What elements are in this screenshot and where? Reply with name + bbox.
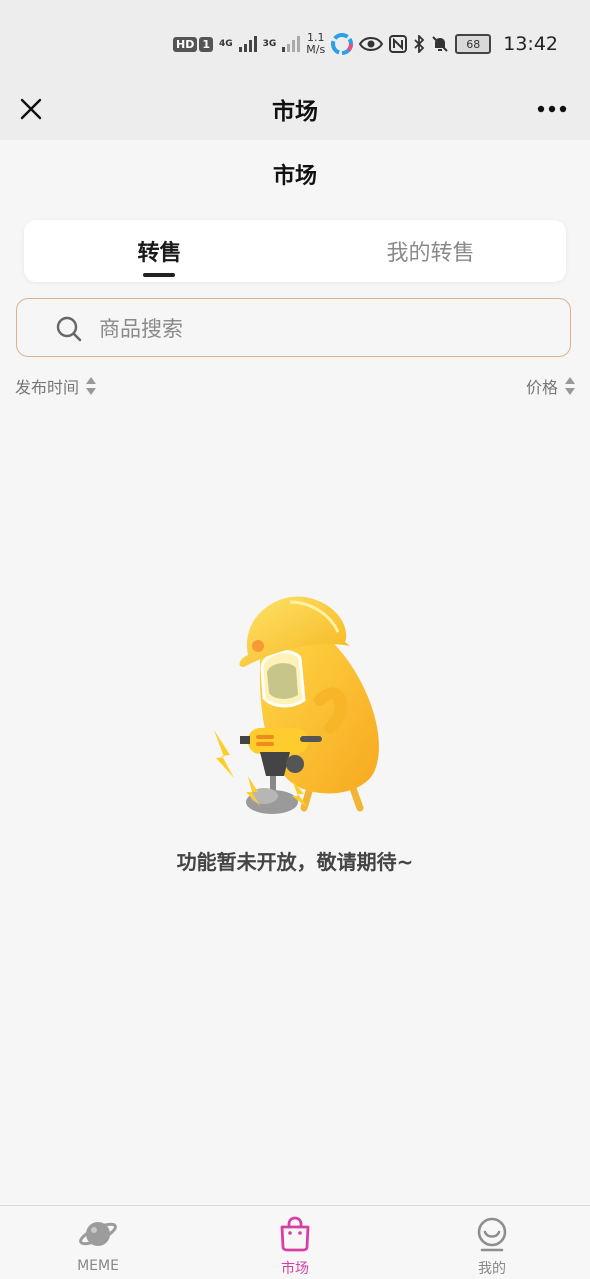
network-4g-icon: 4G: [218, 38, 233, 49]
planet-icon: [78, 1216, 118, 1252]
more-dots-icon: [537, 105, 567, 113]
empty-state-message: 功能暂未开放，敬请期待~: [176, 850, 414, 874]
active-tab-indicator: [143, 273, 175, 277]
tabbar-item-market[interactable]: 市场: [197, 1206, 393, 1279]
status-icons: HD 1 4G 3G 1.1 M/s 68 13:42: [172, 30, 558, 58]
signal-icon: [238, 36, 257, 52]
smile-icon: [474, 1216, 510, 1252]
sim-label: 1: [199, 36, 213, 52]
nav-bar: 市场: [0, 80, 590, 140]
sort-price-label: 价格: [525, 378, 558, 397]
sort-arrows-icon: [565, 377, 575, 395]
network-4g-label: 4G: [218, 38, 233, 49]
sort-by-price[interactable]: 价格: [526, 374, 576, 398]
network-3g-icon: 3G: [262, 38, 277, 49]
tabbar-item-meme[interactable]: MEME: [0, 1206, 196, 1279]
search-box[interactable]: [16, 298, 571, 357]
speed-unit: M/s: [306, 43, 326, 56]
battery-icon: 68: [455, 34, 492, 54]
bluetooth-icon: [413, 35, 425, 53]
search-icon: [56, 316, 82, 342]
hd-label: HD: [172, 36, 198, 52]
network-speed: 1.1 M/s: [306, 32, 325, 56]
sort-time-label: 发布时间: [15, 378, 80, 397]
battery-level: 68: [455, 34, 492, 54]
tab-bar: 转售 我的转售: [24, 220, 566, 282]
eye-icon: [359, 36, 384, 52]
search-input[interactable]: [97, 313, 541, 345]
tabbar-label-mine: 我的: [478, 1261, 506, 1277]
shopping-bag-icon: [277, 1216, 313, 1252]
nav-title: 市场: [272, 99, 318, 125]
tabbar-item-mine[interactable]: 我的: [394, 1206, 590, 1279]
sort-by-time[interactable]: 发布时间: [15, 374, 97, 398]
more-button[interactable]: [532, 92, 572, 126]
mute-bell-icon: [431, 35, 449, 53]
clock: 13:42: [503, 33, 558, 55]
network-3g-label: 3G: [262, 38, 277, 49]
tabbar-label-market: 市场: [281, 1261, 309, 1277]
status-bar: HD 1 4G 3G 1.1 M/s 68 13:42: [0, 0, 590, 80]
tabbar-label-meme: MEME: [77, 1258, 119, 1274]
app-notification-icon: [331, 33, 354, 55]
bottom-tab-bar: MEME 市场 我的: [0, 1205, 590, 1279]
tab-my-resale[interactable]: 我的转售: [295, 220, 566, 282]
signal-weak-icon: [282, 36, 301, 52]
nfc-icon: [389, 35, 408, 53]
sort-arrows-icon: [86, 377, 97, 395]
hd-badge: HD 1: [172, 36, 213, 52]
under-construction-mascot-illustration: [214, 596, 379, 814]
page-title: 市场: [272, 164, 317, 189]
